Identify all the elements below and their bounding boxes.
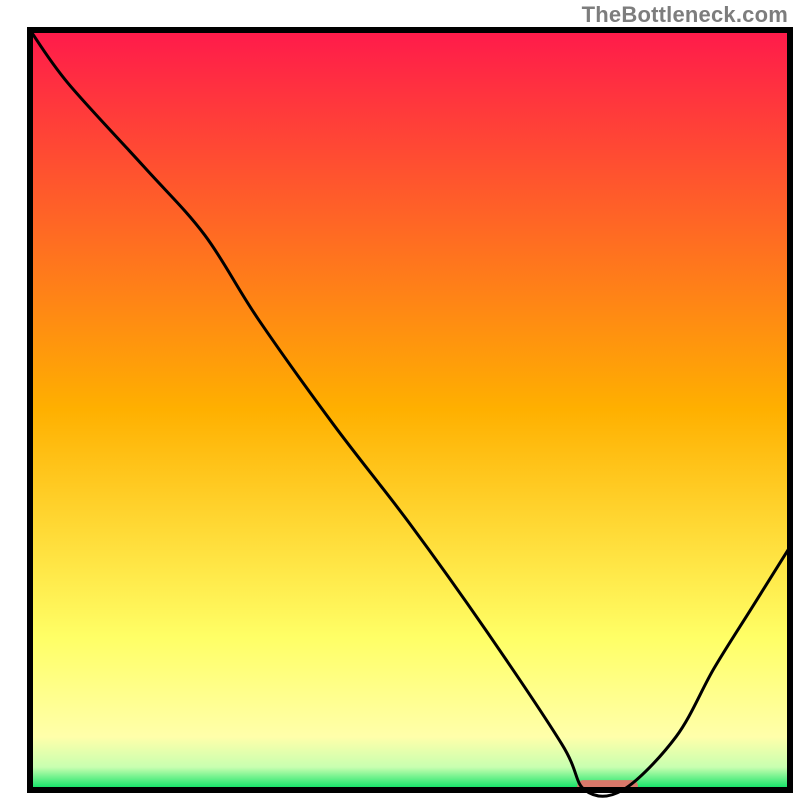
chart-container: TheBottleneck.com	[0, 0, 800, 800]
bottleneck-chart	[0, 0, 800, 800]
chart-background	[30, 30, 790, 790]
